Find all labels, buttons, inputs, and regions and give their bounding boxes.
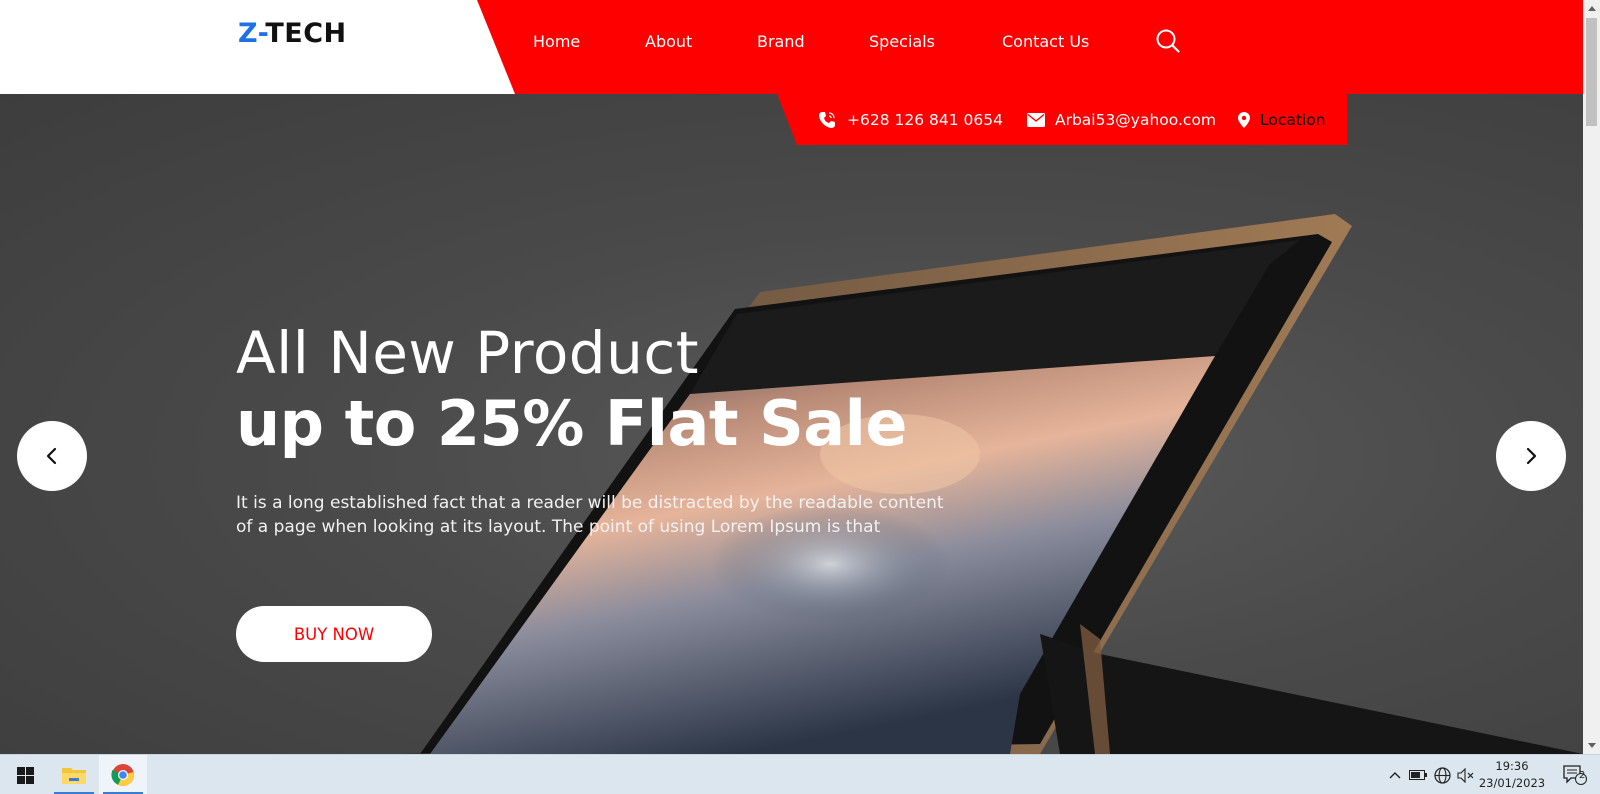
chrome-icon [111,764,134,786]
carousel-prev-button[interactable] [17,421,87,491]
nav-specials[interactable]: Specials [869,32,1002,51]
notification-count: 2 [1579,770,1586,781]
browser-viewport: Z-TECH Home About Brand Specials Contact… [0,0,1600,794]
main-nav: Home About Brand Specials Contact Us [533,28,1181,54]
taskbar-chrome[interactable] [99,755,147,794]
hero-subtitle: up to 25% Flat Sale [236,387,907,460]
folder-icon [62,768,86,784]
site-header: Z-TECH Home About Brand Specials Contact… [0,0,1583,94]
chevron-left-icon [46,447,57,465]
location-label: Location [1260,110,1326,129]
nav-about[interactable]: About [645,32,757,51]
windows-start-button[interactable] [0,755,50,794]
phone-icon [819,111,835,128]
tray-overflow-button[interactable] [1384,755,1406,794]
scroll-up-arrow-icon[interactable] [1583,0,1600,17]
taskbar-file-explorer[interactable] [50,755,98,794]
location-link[interactable]: Location [1238,111,1326,129]
nav-brand[interactable]: Brand [757,32,869,51]
network-globe-icon[interactable] [1430,755,1454,794]
envelope-icon [1026,112,1045,127]
search-icon[interactable] [1155,28,1181,54]
hero-description: It is a long established fact that a rea… [236,493,944,537]
clock-time: 19:36 [1495,759,1529,773]
site-logo[interactable]: Z-TECH [238,18,347,49]
email-contact[interactable]: Arbai53@yahoo.com [1026,110,1217,129]
nav-contact-us[interactable]: Contact Us [1002,32,1155,51]
hero-content: All New Product up to 25% Flat Sale It i… [236,320,946,539]
volume-muted-icon[interactable] [1454,755,1476,794]
clock-date: 23/01/2023 [1478,776,1546,790]
map-pin-icon [1238,111,1251,128]
chevron-right-icon [1526,447,1537,465]
contact-strip: +628 126 841 0654 Arbai53@yahoo.com Loca… [777,94,1347,145]
buy-now-button[interactable]: BUY NOW [236,606,432,662]
battery-icon[interactable] [1406,755,1430,794]
logo-text: TECH [265,18,347,49]
email-address: Arbai53@yahoo.com [1054,110,1217,129]
taskbar-clock[interactable]: 19:36 23/01/2023 [1474,758,1550,792]
chevron-up-icon [1389,772,1401,779]
windows-taskbar: 19:36 23/01/2023 2 [0,754,1600,794]
logo-prefix: Z- [238,18,266,49]
phone-contact[interactable]: +628 126 841 0654 [817,110,1003,130]
scrollbar-thumb[interactable] [1586,18,1597,126]
notification-center-button[interactable]: 2 [1558,755,1592,794]
phone-number: +628 126 841 0654 [847,110,1003,129]
carousel-next-button[interactable] [1496,421,1566,491]
vertical-scrollbar[interactable] [1583,0,1600,754]
scroll-down-arrow-icon[interactable] [1583,737,1600,754]
nav-home[interactable]: Home [533,32,645,51]
hero-title: All New Product [236,319,700,387]
windows-logo-icon [16,766,34,784]
